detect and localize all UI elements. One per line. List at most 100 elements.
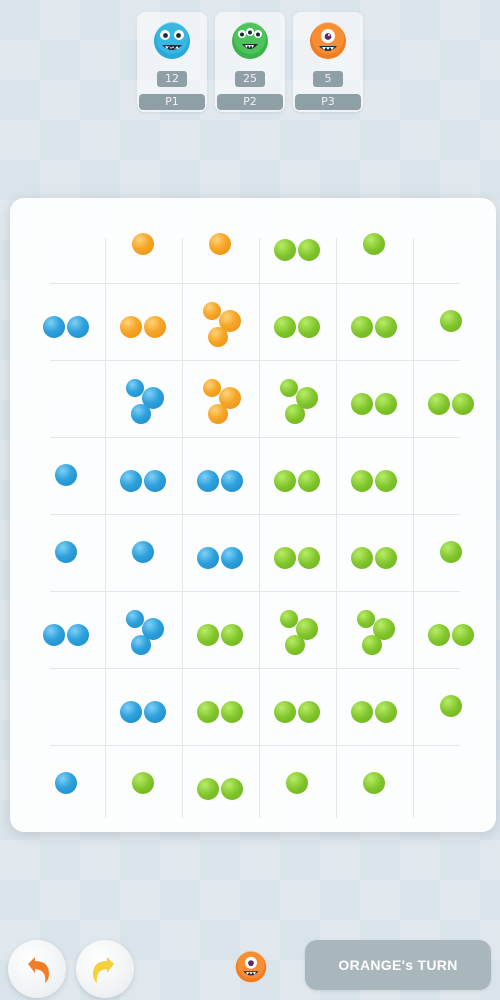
blue-orb [221, 470, 243, 492]
green-orb [351, 470, 373, 492]
green-orb [274, 547, 296, 569]
board-cell[interactable] [182, 668, 259, 745]
player-card-p1[interactable]: 12 P1 [137, 12, 207, 112]
board-cell[interactable] [182, 206, 259, 283]
blue-orb [197, 547, 219, 569]
game-board [10, 198, 496, 832]
board-cell[interactable] [259, 360, 336, 437]
board-cell[interactable] [336, 745, 413, 822]
undo-button[interactable] [8, 940, 66, 998]
blue-orb [131, 635, 151, 655]
board-cell[interactable] [105, 668, 182, 745]
board-cell[interactable] [28, 283, 105, 360]
blue-orb [55, 772, 77, 794]
orange-orb [209, 233, 231, 255]
board-cell[interactable] [182, 591, 259, 668]
green-orb [298, 470, 320, 492]
blue-orb [144, 701, 166, 723]
green-orb [274, 470, 296, 492]
orange-orb [203, 302, 221, 320]
green-orb [375, 393, 397, 415]
green-orb [274, 701, 296, 723]
board-cell[interactable] [182, 283, 259, 360]
board-cell[interactable] [413, 668, 490, 745]
green-orb [428, 393, 450, 415]
board-cell[interactable] [413, 514, 490, 591]
orange-orb [120, 316, 142, 338]
board-cell[interactable] [413, 360, 490, 437]
green-orb [280, 610, 298, 628]
board-cell[interactable] [259, 283, 336, 360]
orange-monster-icon [235, 950, 267, 983]
board-cell[interactable] [105, 283, 182, 360]
board-cell[interactable] [259, 668, 336, 745]
board-cell[interactable] [413, 283, 490, 360]
board-cell[interactable] [182, 745, 259, 822]
board-cell[interactable] [259, 206, 336, 283]
turn-indicator: ORANGE's TURN [305, 940, 491, 990]
blue-monster-icon [154, 22, 190, 59]
green-orb [375, 701, 397, 723]
board-cell[interactable] [28, 745, 105, 822]
board-cell[interactable] [336, 206, 413, 283]
board-cell[interactable] [105, 591, 182, 668]
board-cell[interactable] [28, 514, 105, 591]
board-cell[interactable] [336, 437, 413, 514]
green-orb [428, 624, 450, 646]
bottom-bar: ORANGE's TURN [0, 930, 500, 1000]
player-score: 25 [235, 71, 265, 87]
player-label: P1 [139, 94, 205, 110]
green-orb [132, 772, 154, 794]
board-cell[interactable] [28, 591, 105, 668]
green-orb [351, 701, 373, 723]
board-cell[interactable] [259, 591, 336, 668]
player-score: 12 [157, 71, 187, 87]
blue-orb [120, 701, 142, 723]
board-cell[interactable] [259, 437, 336, 514]
board-cell[interactable] [336, 591, 413, 668]
board-cell[interactable] [413, 591, 490, 668]
board-cell[interactable] [28, 437, 105, 514]
blue-orb [120, 470, 142, 492]
redo-button[interactable] [76, 940, 134, 998]
blue-orb [55, 541, 77, 563]
orange-orb [132, 233, 154, 255]
green-orb [274, 316, 296, 338]
blue-orb [126, 610, 144, 628]
green-orb [274, 239, 296, 261]
green-orb [440, 695, 462, 717]
board-cell[interactable] [182, 437, 259, 514]
board-cell[interactable] [259, 745, 336, 822]
board-cell[interactable] [336, 514, 413, 591]
player-bar: 12 P1 25 P2 5 P3 [0, 12, 500, 112]
blue-orb [43, 316, 65, 338]
player-label: P3 [295, 94, 361, 110]
orange-monster-icon [310, 22, 346, 59]
green-orb [197, 701, 219, 723]
blue-orb [55, 464, 77, 486]
board-cell[interactable] [336, 668, 413, 745]
green-orb [298, 547, 320, 569]
board-cell[interactable] [105, 360, 182, 437]
blue-orb [67, 316, 89, 338]
board-cell[interactable] [105, 514, 182, 591]
board-cell[interactable] [105, 206, 182, 283]
board-cell[interactable] [336, 360, 413, 437]
board-cell[interactable] [105, 745, 182, 822]
green-orb [197, 624, 219, 646]
player-card-p2[interactable]: 25 P2 [215, 12, 285, 112]
board-cell[interactable] [336, 283, 413, 360]
board-cell[interactable] [105, 437, 182, 514]
green-orb [221, 624, 243, 646]
green-orb [440, 310, 462, 332]
green-orb [375, 547, 397, 569]
blue-orb [43, 624, 65, 646]
green-orb [351, 316, 373, 338]
blue-orb [197, 470, 219, 492]
green-orb [351, 547, 373, 569]
board-cell[interactable] [182, 360, 259, 437]
board-cell[interactable] [182, 514, 259, 591]
board-cell[interactable] [259, 514, 336, 591]
player-card-p3[interactable]: 5 P3 [293, 12, 363, 112]
green-monster-icon [232, 22, 268, 59]
